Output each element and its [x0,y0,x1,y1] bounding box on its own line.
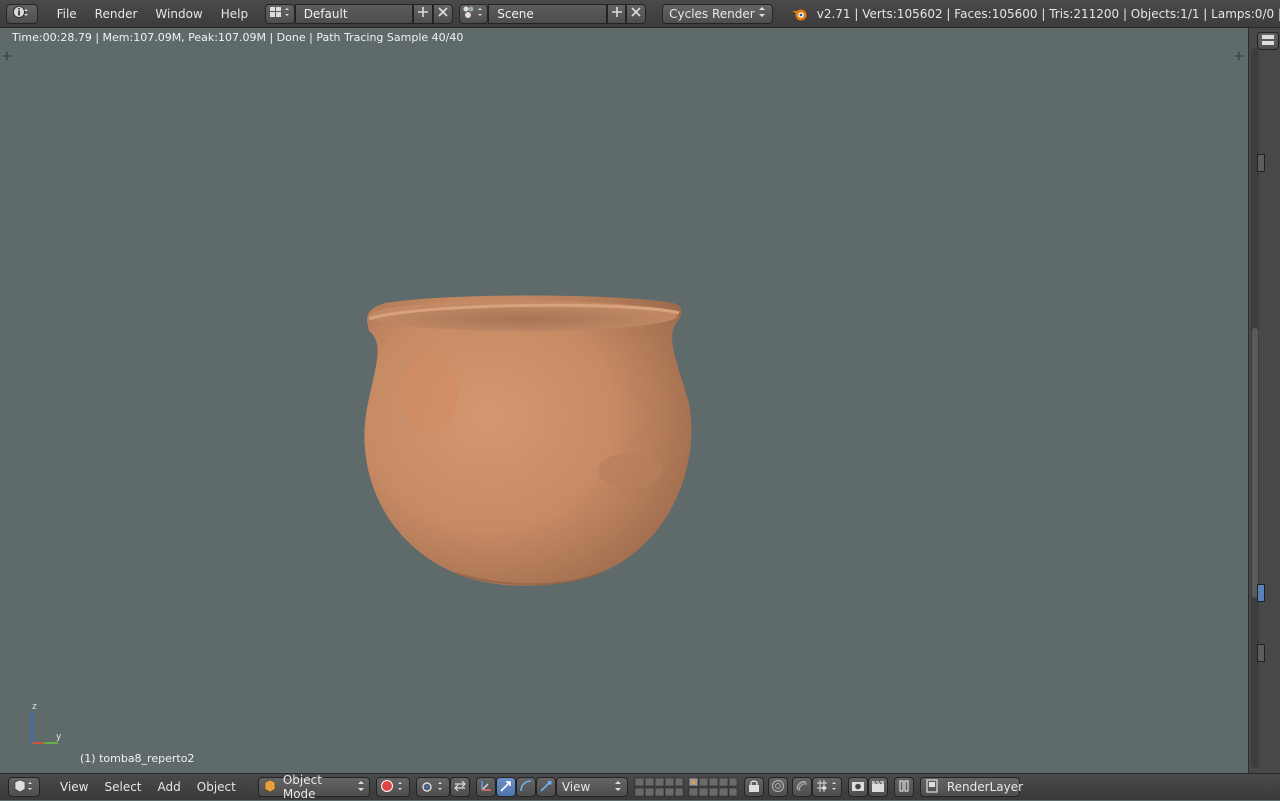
scrollbar-thumb[interactable] [1252,328,1258,598]
render-engine-label: Cycles Render [669,6,755,21]
editor-type-button[interactable] [8,777,40,797]
scale-icon [539,779,553,796]
proportional-icon [771,779,785,796]
properties-strip[interactable] [1248,28,1280,773]
updown-arrow-icon [758,5,766,22]
panel-icon [1261,34,1275,49]
opengl-render-button[interactable] [847,777,868,797]
rotate-icon [519,779,533,796]
scene-selector-button[interactable] [458,3,489,24]
axis-gizmo [31,711,58,744]
scene-stats: v2.71 | Verts:105602 | Faces:105600 | Tr… [816,6,1280,21]
snap-icon [795,779,809,796]
info-icon [12,5,31,22]
menu-help[interactable]: Help [212,0,257,28]
pause-button[interactable] [893,777,914,797]
render-icon [851,779,865,796]
info-header: File Render Window Help Default Scene Cy… [0,0,1280,28]
updown-arrow-icon [357,779,365,796]
cube-icon [14,779,34,796]
manipulator-icon [479,779,493,796]
manipulator-toggle[interactable] [475,777,496,797]
render-engine-dropdown[interactable]: Cycles Render [662,3,773,24]
orientation-label: View [561,780,591,794]
editor-type-button[interactable] [6,3,38,24]
proportional-edit-toggle[interactable] [767,777,788,797]
render-status: Time:00:28.79 | Mem:107.09M, Peak:107.09… [0,28,1248,48]
pivot-dropdown[interactable] [415,777,450,797]
axis-y-label: y [56,732,62,742]
rotate-manipulator-button[interactable] [515,777,536,797]
snap-grid-icon [815,779,839,796]
opengl-render-animation-button[interactable] [867,777,888,797]
mode-dropdown[interactable]: Object Mode [257,773,370,801]
corner-plus-icon[interactable] [2,50,12,64]
delete-layout-button[interactable] [432,3,453,24]
arrow-icon [499,779,513,796]
rendered-pot [364,295,692,586]
3d-viewport[interactable]: z y [0,48,1248,773]
menu-view[interactable]: View [52,780,96,794]
render-layer-field[interactable]: RenderLayer [919,777,1024,797]
delete-scene-button[interactable] [626,3,647,24]
add-icon [417,6,429,21]
close-icon [437,6,449,21]
add-icon [611,6,623,21]
viewport-header: View Select Add Object Object Mode View [0,773,1280,801]
panel-tab[interactable] [1257,154,1265,172]
menu-add[interactable]: Add [150,780,189,794]
screen-layout-field[interactable]: Default [294,3,414,24]
panel-toggle-button[interactable] [1257,32,1279,50]
add-scene-button[interactable] [606,3,627,24]
panel-tab-active[interactable] [1257,584,1265,602]
scene-layers-grid[interactable] [634,777,738,797]
clapper-icon [871,779,885,796]
layer-lock-toggle[interactable] [743,777,764,797]
render-layer-icon [925,778,939,796]
swap-icon [453,780,467,795]
lock-icon [747,779,761,796]
menu-render[interactable]: Render [86,0,147,28]
updown-arrow-icon [614,779,622,796]
transform-orientation-dropdown[interactable]: View [555,777,628,797]
active-object-label: (1) tomba8_reperto2 [80,752,195,765]
scene-icon [462,5,484,22]
screen-layout-button[interactable] [265,3,295,24]
menu-select[interactable]: Select [96,780,149,794]
render-layer-name: RenderLayer [946,780,1024,794]
screen-layout-name: Default [303,6,348,21]
panel-tab[interactable] [1257,644,1265,662]
blender-logo-icon [791,6,809,22]
menu-file[interactable]: File [48,0,86,28]
pivot-origin-toggle[interactable] [449,777,470,797]
axis-z-label: z [32,702,37,712]
snap-element-dropdown[interactable] [811,777,842,797]
snap-toggle[interactable] [791,777,812,797]
add-layout-button[interactable] [413,3,433,24]
viewport-shading-dropdown[interactable] [375,777,410,797]
mode-label: Object Mode [282,773,322,801]
layers-icon [688,777,738,797]
scene-field[interactable]: Scene [488,3,607,24]
layers-icon [634,777,684,797]
translate-manipulator-button[interactable] [495,777,516,797]
menu-object[interactable]: Object [189,780,244,794]
pivot-icon [420,779,446,796]
pause-icon [897,779,911,796]
corner-plus-icon[interactable] [1234,50,1244,64]
shading-sphere-icon [380,779,406,796]
close-icon [630,6,642,21]
menu-window[interactable]: Window [146,0,211,28]
screen-layout-icon [269,5,291,22]
cube-icon [263,779,277,796]
scene-name: Scene [497,6,534,21]
scale-manipulator-button[interactable] [535,777,556,797]
